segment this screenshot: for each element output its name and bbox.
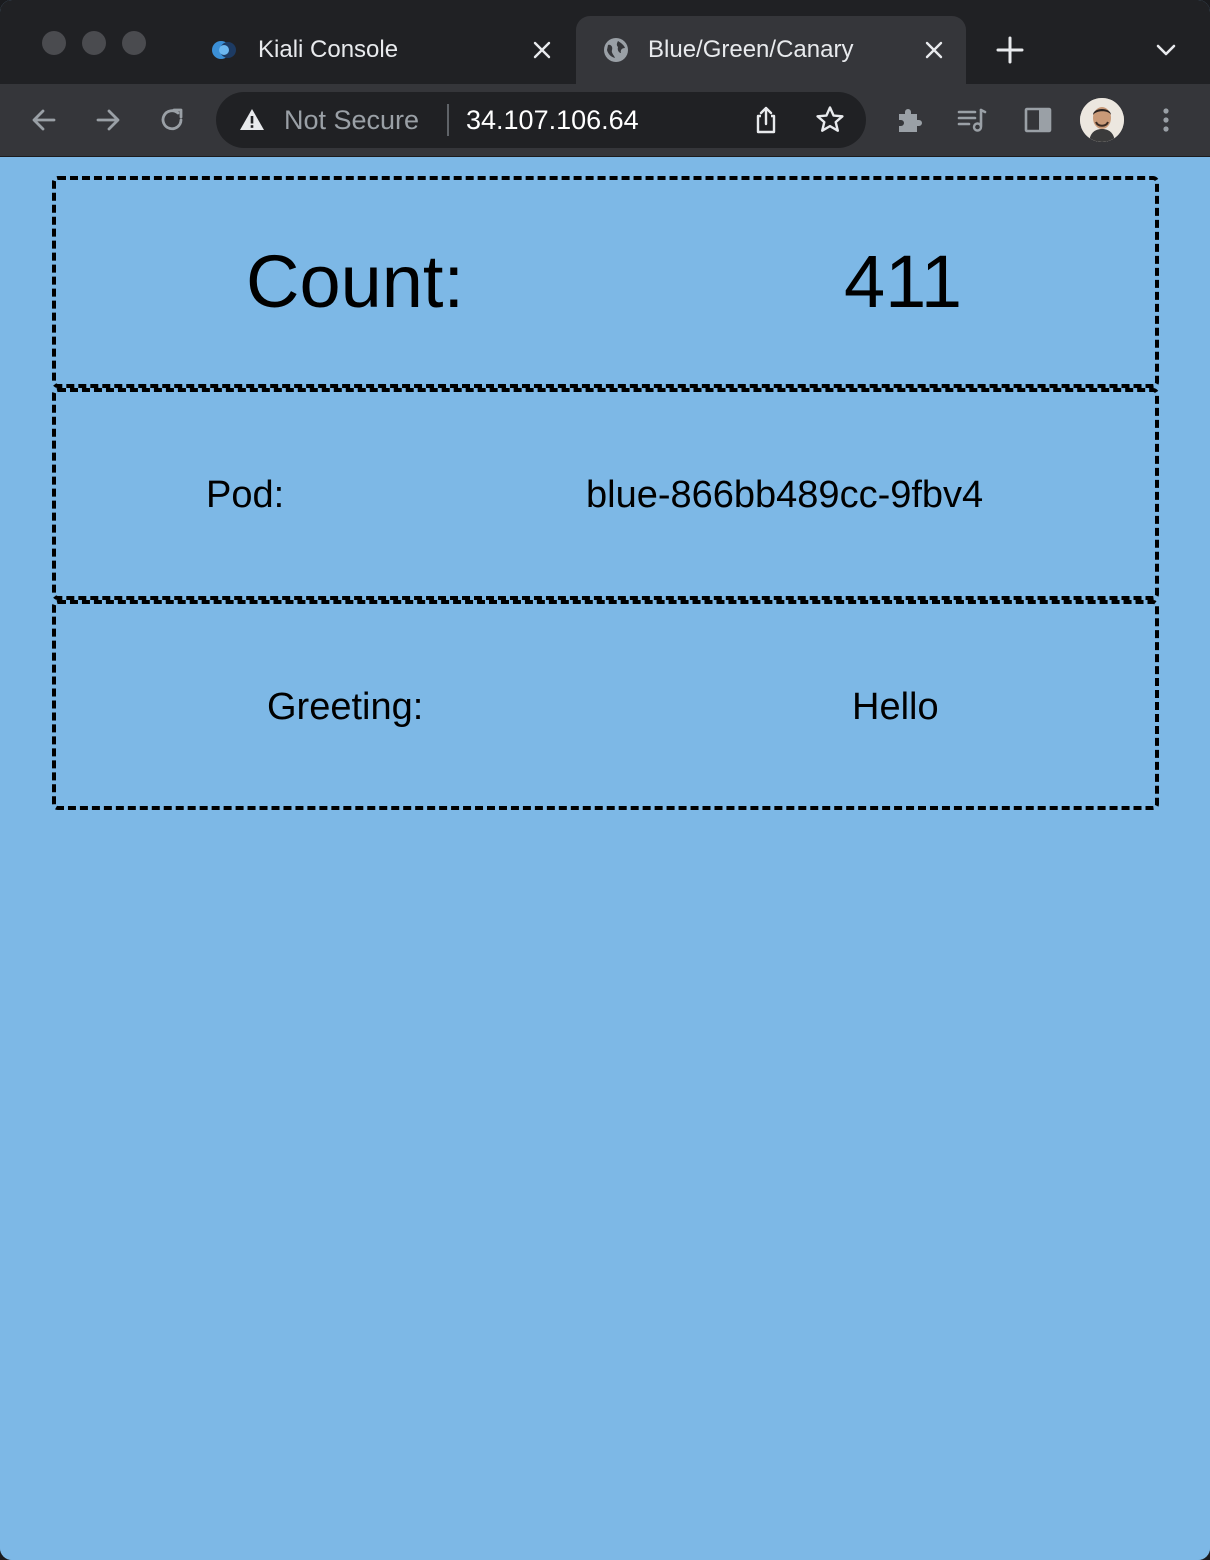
count-value: 411	[844, 240, 962, 323]
reading-list-icon[interactable]	[956, 104, 988, 136]
greeting-value: Hello	[852, 686, 939, 728]
share-icon[interactable]	[750, 104, 782, 136]
address-separator	[447, 104, 449, 136]
extensions-puzzle-icon[interactable]	[894, 104, 926, 136]
url-text[interactable]: 34.107.106.64	[466, 106, 639, 134]
browser-window: Kiali Console Blue/Green/Canary Not Secu…	[0, 0, 1210, 1560]
zoom-window-button[interactable]	[122, 31, 146, 55]
close-window-button[interactable]	[42, 31, 66, 55]
profile-avatar[interactable]	[1080, 98, 1124, 142]
warning-triangle-icon[interactable]	[238, 106, 266, 134]
greeting-label: Greeting:	[267, 686, 424, 728]
back-arrow-icon[interactable]	[28, 104, 60, 136]
address-bar[interactable]: Not Secure 34.107.106.64	[216, 92, 866, 148]
new-tab-icon[interactable]	[994, 34, 1026, 66]
security-status-text[interactable]: Not Secure	[284, 106, 419, 134]
bookmark-star-icon[interactable]	[814, 104, 846, 136]
forward-arrow-icon[interactable]	[92, 104, 124, 136]
globe-icon	[604, 38, 628, 62]
pod-label: Pod:	[206, 474, 285, 516]
minimize-window-button[interactable]	[82, 31, 106, 55]
pod-value: blue-866bb489cc-9fbv4	[586, 474, 984, 516]
count-label: Count:	[246, 240, 465, 323]
more-menu-icon[interactable]	[1150, 104, 1182, 136]
page-content: Count: 411 Pod: blue-866bb489cc-9fbv4 Gr…	[0, 158, 1210, 1560]
tab-label: Blue/Green/Canary	[648, 36, 854, 63]
count-row: Count: 411	[52, 176, 1159, 388]
side-panel-icon[interactable]	[1022, 104, 1054, 136]
close-tab-icon[interactable]	[920, 36, 948, 64]
kiali-logo-icon	[212, 41, 236, 59]
tab-blue-green-canary[interactable]: Blue/Green/Canary	[576, 16, 966, 84]
greeting-row: Greeting: Hello	[52, 600, 1159, 810]
chevron-down-icon[interactable]	[1152, 36, 1180, 64]
browser-toolbar: Not Secure 34.107.106.64	[0, 84, 1210, 157]
tab-label: Kiali Console	[258, 36, 399, 63]
close-tab-icon[interactable]	[528, 36, 556, 64]
tab-kiali-console[interactable]: Kiali Console	[188, 16, 572, 84]
avatar-image	[1080, 98, 1124, 142]
reload-icon[interactable]	[156, 104, 188, 136]
pod-row: Pod: blue-866bb489cc-9fbv4	[52, 388, 1159, 600]
tab-strip: Kiali Console Blue/Green/Canary	[0, 0, 1210, 84]
